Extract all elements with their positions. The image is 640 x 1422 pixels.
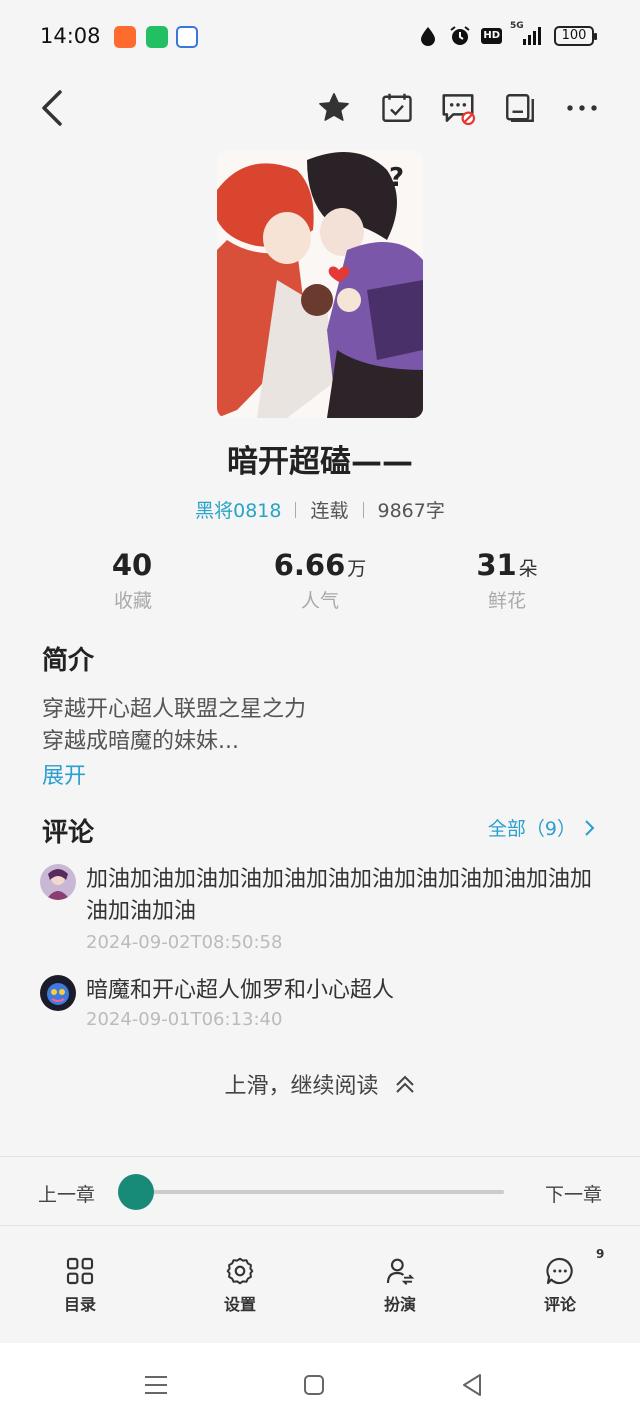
star-icon — [319, 93, 349, 121]
comment-count-badge: 9 — [596, 1247, 605, 1261]
intro-text: 穿越开心超人联盟之星之力 穿越成暗魔的妹妹... — [42, 694, 598, 758]
home-icon[interactable] — [298, 1369, 330, 1401]
top-nav — [0, 82, 640, 134]
back-icon — [42, 90, 62, 126]
battery-indicator: 100 — [554, 26, 597, 46]
checkin-button[interactable] — [377, 86, 417, 130]
all-comments-link[interactable]: 全部（9） — [488, 814, 596, 841]
back-triangle-icon[interactable] — [456, 1369, 488, 1401]
bottom-tab-bar: 目录 设置 扮演 评论 9 — [0, 1227, 640, 1343]
word-count: 9867字 — [377, 500, 445, 522]
intro-line: 穿越成暗魔的妹妹... — [42, 729, 239, 754]
status-icons: HD 5G 100 — [417, 21, 597, 47]
comment-time: 2024-09-01T06:13:40 — [86, 1009, 283, 1030]
tab-label: 目录 — [63, 1295, 96, 1314]
signal-icon: 5G — [510, 21, 544, 47]
expand-intro-link[interactable]: 展开 — [42, 758, 86, 790]
more-button[interactable] — [562, 86, 602, 130]
shelf-button[interactable] — [500, 86, 540, 130]
continue-reading-label: 上滑，继续阅读 — [224, 1074, 379, 1099]
avatar[interactable] — [40, 975, 76, 1011]
meta-divider — [295, 501, 297, 518]
comment-toggle-button[interactable] — [438, 86, 478, 130]
grid-icon — [66, 1257, 94, 1285]
chapter-nav-bar: 上一章 下一章 — [0, 1156, 640, 1226]
chevron-right-icon — [585, 819, 595, 836]
more-icon — [567, 105, 597, 111]
book-meta: 黑将0818 连载 9867字 — [0, 496, 640, 523]
favorite-button[interactable] — [314, 86, 354, 130]
drop-icon — [417, 25, 439, 47]
shelf-icon — [506, 94, 534, 122]
chat-icon — [546, 1257, 573, 1285]
book-detail-page: 14:08 HD 5G 100 ? 暗开超磕—— 黑将0818 连载 9867字… — [0, 0, 640, 1422]
next-chapter-button[interactable]: 下一章 — [545, 1180, 602, 1207]
network-label: 5G — [510, 21, 524, 31]
tab-roleplay[interactable]: 扮演 — [360, 1255, 440, 1315]
stat-favorites: 40 收藏 — [40, 548, 226, 613]
stat-label: 收藏 — [113, 590, 152, 612]
status-bar: 14:08 HD 5G 100 — [0, 0, 640, 74]
book-title: 暗开超磕—— — [227, 444, 413, 480]
tab-label: 设置 — [223, 1295, 256, 1314]
stat-unit: 万 — [347, 558, 367, 580]
comment-text: 暗魔和开心超人伽罗和小心超人 — [86, 978, 395, 1003]
app-icon-green — [146, 26, 168, 48]
continue-reading-hint[interactable]: 上滑，继续阅读 — [0, 1068, 640, 1100]
menu-icon[interactable] — [140, 1369, 172, 1401]
chapter-progress-slider[interactable] — [136, 1190, 504, 1194]
intro-line: 穿越开心超人联盟之星之力 — [42, 697, 307, 722]
stat-unit: 朵 — [518, 558, 538, 580]
back-button[interactable] — [34, 84, 74, 132]
comment-off-icon — [442, 94, 476, 126]
slider-handle[interactable] — [118, 1174, 154, 1210]
hd-badge: HD — [481, 28, 502, 44]
stat-value: 6.66 — [273, 548, 346, 582]
tab-catalog[interactable]: 目录 — [40, 1255, 120, 1315]
gear-icon — [226, 1257, 254, 1285]
stat-label: 鲜花 — [487, 590, 526, 612]
system-nav-bar — [0, 1343, 640, 1422]
avatar[interactable] — [40, 864, 76, 900]
intro-heading: 简介 — [42, 646, 95, 676]
prev-chapter-button[interactable]: 上一章 — [38, 1180, 95, 1207]
stat-flowers: 31 朵 鲜花 — [414, 548, 600, 613]
stat-label: 人气 — [300, 590, 339, 612]
double-chevron-up-icon — [395, 1075, 414, 1093]
tab-label: 评论 — [543, 1295, 576, 1314]
tab-label: 扮演 — [383, 1295, 416, 1314]
alarm-icon — [449, 25, 471, 47]
tab-comments[interactable]: 评论 — [520, 1255, 600, 1315]
meta-divider — [362, 501, 364, 518]
stat-popularity: 6.66 万 人气 — [227, 548, 413, 613]
all-comments-label: 全部（9） — [487, 818, 576, 840]
person-swap-icon — [386, 1258, 415, 1285]
stat-value: 40 — [111, 548, 153, 582]
stat-value: 31 — [476, 548, 517, 582]
comment-item[interactable]: 暗魔和开心超人伽罗和小心超人 2024-09-01T06:13:40 — [40, 975, 600, 1035]
comment-time: 2024-09-02T08:50:58 — [86, 932, 283, 953]
comments-heading: 评论 — [42, 818, 95, 848]
status-time: 14:08 — [40, 24, 101, 48]
tab-settings[interactable]: 设置 — [200, 1255, 280, 1315]
book-stats: 40 收藏 6.66 万 人气 31 朵 鲜花 — [40, 548, 600, 613]
app-icon-blue — [176, 26, 198, 48]
svg-text:?: ? — [389, 163, 404, 193]
app-icon-orange — [114, 26, 136, 48]
author-link[interactable]: 黑将0818 — [195, 496, 281, 523]
book-status: 连载 — [310, 500, 349, 522]
comment-item[interactable]: 加油加油加油加油加油加油加油加油加油加油加油加油加油加油 2024-09-02T… — [40, 864, 600, 954]
book-cover[interactable]: ? — [217, 150, 423, 418]
comment-text: 加油加油加油加油加油加油加油加油加油加油加油加油加油加油 — [86, 867, 593, 924]
calendar-check-icon — [382, 93, 412, 122]
